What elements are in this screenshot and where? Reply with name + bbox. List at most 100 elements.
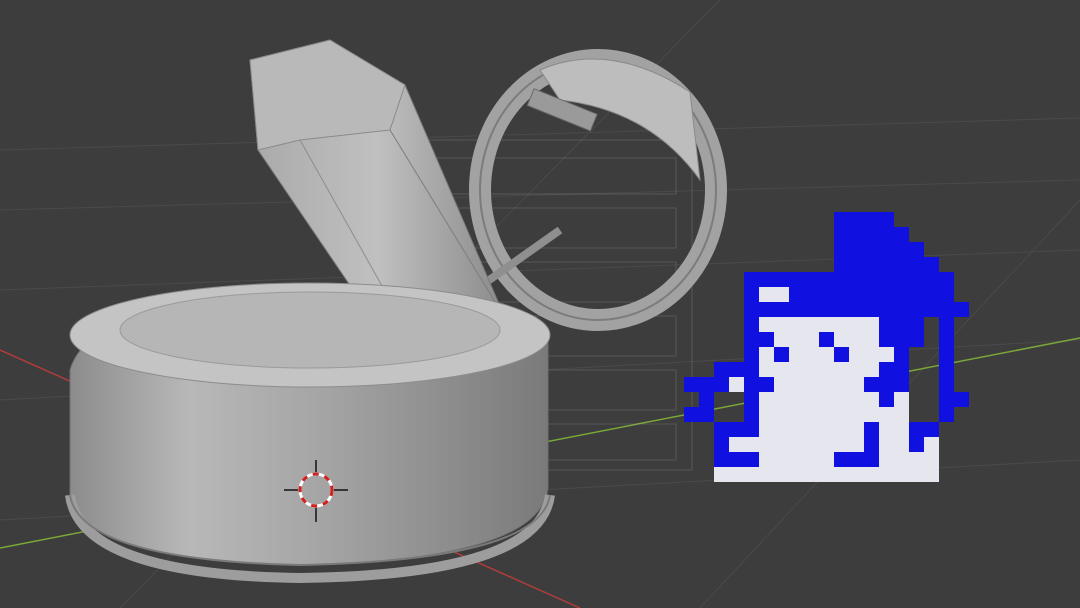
sprite-pixel (804, 452, 819, 467)
sprite-pixel (924, 437, 939, 452)
sprite-pixel (894, 407, 909, 422)
scene-canvas[interactable] (0, 0, 1080, 608)
sprite-pixel (909, 467, 924, 482)
sprite-pixel (864, 227, 879, 242)
sprite-pixel (774, 272, 789, 287)
sprite-pixel (924, 467, 939, 482)
sprite-pixel (849, 287, 864, 302)
sprite-pixel (864, 317, 879, 332)
sprite-pixel (879, 422, 894, 437)
sprite-pixel (744, 302, 759, 317)
sprite-pixel (909, 422, 924, 437)
sprite-pixel (894, 242, 909, 257)
sprite-pixel (759, 287, 774, 302)
sprite-pixel (774, 317, 789, 332)
sprite-pixel (894, 437, 909, 452)
sprite-pixel (864, 242, 879, 257)
sprite-pixel (849, 302, 864, 317)
sprite-pixel (804, 302, 819, 317)
sprite-pixel (864, 452, 879, 467)
sprite-pixel (879, 242, 894, 257)
sprite-pixel (834, 302, 849, 317)
sprite-pixel (789, 332, 804, 347)
sprite-pixel (759, 392, 774, 407)
sprite-pixel (894, 302, 909, 317)
sprite-pixel (774, 467, 789, 482)
blender-3d-viewport[interactable] (0, 0, 1080, 608)
sprite-pixel (744, 422, 759, 437)
sprite-pixel (774, 347, 789, 362)
ring-band[interactable] (465, 49, 727, 331)
sprite-pixel (759, 317, 774, 332)
sprite-pixel (909, 437, 924, 452)
sprite-pixel (744, 362, 759, 377)
sprite-pixel (879, 257, 894, 272)
sprite-pixel (759, 422, 774, 437)
sprite-pixel (819, 452, 834, 467)
sprite-pixel (714, 467, 729, 482)
sprite-pixel (879, 287, 894, 302)
sprite-pixel (804, 392, 819, 407)
sprite-pixel (939, 302, 954, 317)
sprite-pixel (819, 317, 834, 332)
sprite-pixel (819, 422, 834, 437)
sprite-pixel (864, 407, 879, 422)
sprite-pixel (864, 377, 879, 392)
sprite-pixel (834, 437, 849, 452)
sprite-pixel (879, 302, 894, 317)
sprite-pixel (774, 377, 789, 392)
sprite-pixel (894, 377, 909, 392)
sprite-pixel (789, 452, 804, 467)
sprite-pixel (819, 302, 834, 317)
sprite-pixel (894, 317, 909, 332)
sprite-pixel (744, 452, 759, 467)
sprite-pixel (879, 392, 894, 407)
sprite-pixel (774, 332, 789, 347)
sprite-pixel (789, 317, 804, 332)
sprite-pixel (924, 272, 939, 287)
sprite-pixel (819, 362, 834, 377)
sprite-pixel (684, 407, 699, 422)
base-cylinder[interactable] (65, 282, 555, 584)
sprite-pixel (789, 362, 804, 377)
sprite-pixel (879, 272, 894, 287)
sprite-pixel (699, 392, 714, 407)
sprite-pixel (849, 332, 864, 347)
sprite-pixel (834, 257, 849, 272)
sprite-pixel (774, 362, 789, 377)
sprite-pixel (744, 407, 759, 422)
sprite-pixel (849, 467, 864, 482)
sprite-pixel (804, 422, 819, 437)
sprite-pixel (894, 362, 909, 377)
sprite-pixel (894, 257, 909, 272)
sprite-pixel (879, 377, 894, 392)
sprite-pixel (894, 332, 909, 347)
sprite-pixel (744, 467, 759, 482)
sprite-pixel (879, 317, 894, 332)
sprite-pixel (729, 452, 744, 467)
sprite-pixel (804, 467, 819, 482)
sprite-pixel (894, 452, 909, 467)
sprite-pixel (849, 392, 864, 407)
sprite-pixel (894, 392, 909, 407)
sprite-pixel (939, 362, 954, 377)
sprite-pixel (864, 287, 879, 302)
sprite-pixel (879, 437, 894, 452)
sprite-pixel (849, 212, 864, 227)
sprite-pixel (699, 407, 714, 422)
sprite-pixel (819, 332, 834, 347)
sprite-pixel (834, 467, 849, 482)
sprite-pixel (819, 347, 834, 362)
sprite-pixel (699, 377, 714, 392)
sprite-pixel (849, 242, 864, 257)
sprite-pixel (879, 362, 894, 377)
sprite-pixel (954, 392, 969, 407)
sprite-pixel (774, 452, 789, 467)
sprite-pixel (759, 377, 774, 392)
sprite-pixel (744, 392, 759, 407)
sprite-pixel (924, 422, 939, 437)
sprite-pixel (894, 467, 909, 482)
sprite-pixel (789, 347, 804, 362)
sprite-pixel (894, 272, 909, 287)
sprite-pixel (714, 452, 729, 467)
